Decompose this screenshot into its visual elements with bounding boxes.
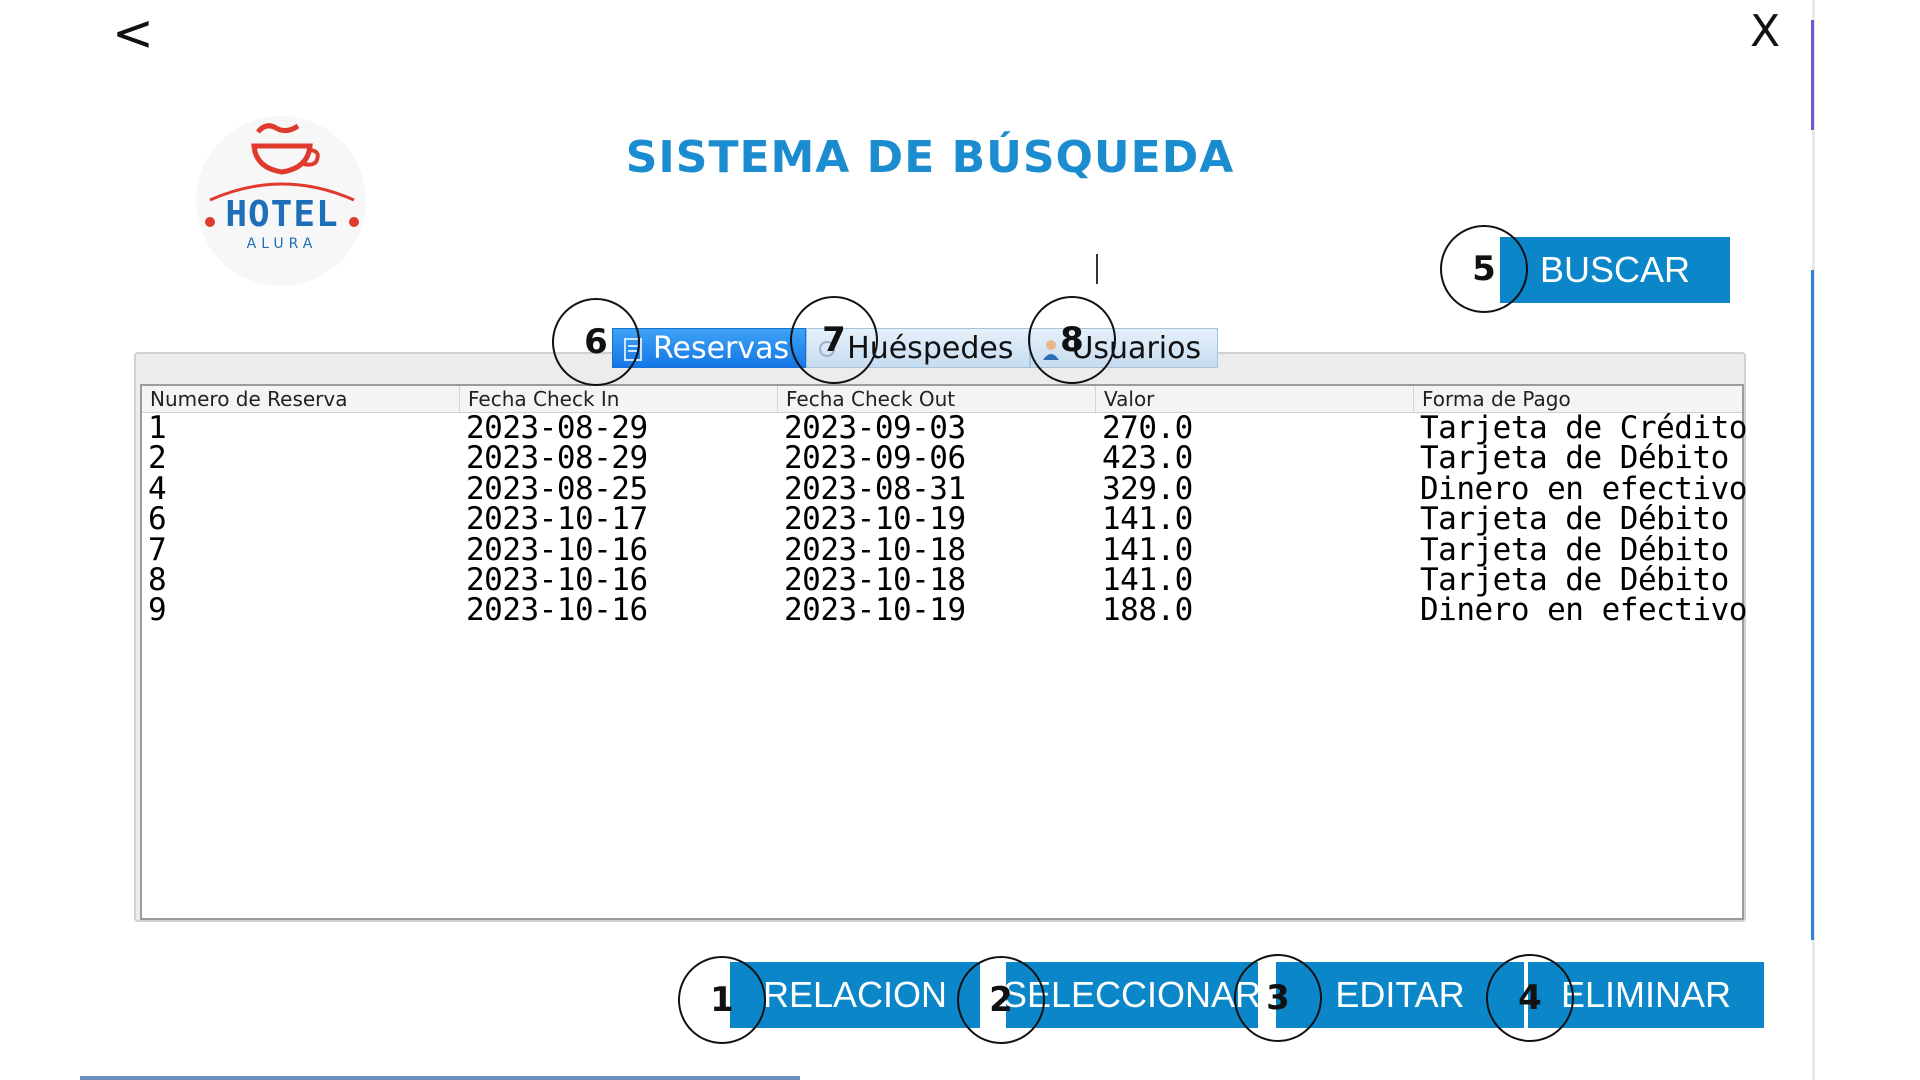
- table-body: 1 2023-08-29 2023-09-03 270.0 Tarjeta de…: [142, 410, 1747, 629]
- table-row[interactable]: 8 2023-10-16 2023-10-18 141.0 Tarjeta de…: [142, 561, 1742, 598]
- cell-check-in: 2023-10-16: [466, 592, 648, 629]
- column-header[interactable]: Fecha Check In: [460, 386, 778, 412]
- column-header[interactable]: Fecha Check Out: [778, 386, 1096, 412]
- cell-valor: 270.0: [1102, 410, 1193, 446]
- cell-forma-pago: Tarjeta de Débito: [1420, 440, 1729, 477]
- cell-valor: 188.0: [1102, 592, 1193, 629]
- search-button[interactable]: BUSCAR: [1500, 237, 1730, 303]
- eliminar-button-label: ELIMINAR: [1560, 974, 1732, 1015]
- cell-valor: 423.0: [1102, 440, 1193, 477]
- cell-forma-pago: Tarjeta de Débito: [1420, 501, 1729, 538]
- logo-brand: HOTEL: [225, 194, 339, 235]
- cell-numero: 6: [148, 501, 167, 538]
- annotation-marker-3: 3: [1234, 954, 1322, 1042]
- cell-check-in: 2023-10-16: [466, 561, 648, 598]
- tab-reservas[interactable]: Reservas: [612, 328, 807, 368]
- annotation-marker-2: 2: [957, 956, 1045, 1044]
- annotation-marker-7: 7: [790, 296, 878, 384]
- annotation-marker-6: 6: [552, 298, 640, 386]
- close-button[interactable]: X: [1750, 10, 1780, 54]
- cell-forma-pago: Tarjeta de Débito: [1420, 561, 1729, 598]
- cell-check-out: 2023-09-06: [784, 440, 966, 477]
- table-row[interactable]: 2 2023-08-29 2023-09-06 423.0 Tarjeta de…: [142, 440, 1742, 477]
- cell-check-in: 2023-10-17: [466, 501, 648, 538]
- cell-numero: 2: [148, 440, 167, 477]
- window-edge-accent: [1811, 20, 1814, 130]
- cell-forma-pago: Tarjeta de Crédito: [1420, 410, 1747, 446]
- cell-valor: 141.0: [1102, 501, 1193, 538]
- back-button[interactable]: <: [112, 8, 154, 58]
- cell-valor: 141.0: [1102, 531, 1193, 568]
- cell-forma-pago: Dinero en efectivo: [1420, 470, 1747, 507]
- table-row[interactable]: 6 2023-10-17 2023-10-19 141.0 Tarjeta de…: [142, 501, 1742, 538]
- cell-numero: 8: [148, 561, 167, 598]
- table-row[interactable]: 9 2023-10-16 2023-10-19 188.0 Dinero en …: [142, 592, 1747, 629]
- relacion-button[interactable]: RELACION: [730, 962, 980, 1028]
- cell-check-out: 2023-10-18: [784, 561, 966, 598]
- cell-check-in: 2023-08-29: [466, 410, 648, 446]
- window-bottom-edge: [80, 1076, 800, 1080]
- cell-numero: 1: [148, 410, 167, 446]
- cell-numero: 7: [148, 531, 167, 568]
- cell-valor: 329.0: [1102, 470, 1193, 507]
- table-row[interactable]: 4 2023-08-25 2023-08-31 329.0 Dinero en …: [142, 470, 1747, 507]
- annotation-marker-1: 1: [678, 956, 766, 1044]
- reservations-table: Numero de Reserva Fecha Check In Fecha C…: [140, 384, 1747, 920]
- column-header[interactable]: Numero de Reserva: [142, 386, 460, 412]
- table-header: Numero de Reserva Fecha Check In Fecha C…: [142, 386, 1742, 413]
- annotation-marker-5: 5: [1440, 225, 1528, 313]
- cell-forma-pago: Dinero en efectivo: [1420, 592, 1747, 629]
- cell-check-out: 2023-09-03: [784, 410, 966, 446]
- logo-sub: ALURA: [246, 236, 318, 252]
- table-row[interactable]: 1 2023-08-29 2023-09-03 270.0 Tarjeta de…: [142, 410, 1747, 446]
- relacion-button-label: RELACION: [762, 974, 948, 1015]
- annotation-marker-8: 8: [1028, 296, 1116, 384]
- cell-valor: 141.0: [1102, 561, 1193, 598]
- column-header[interactable]: Valor: [1096, 386, 1414, 412]
- cell-check-out: 2023-08-31: [784, 470, 966, 507]
- window-edge-accent: [1811, 270, 1814, 940]
- cell-check-in: 2023-08-25: [466, 470, 648, 507]
- cell-check-out: 2023-10-18: [784, 531, 966, 568]
- editar-button-label: EDITAR: [1335, 974, 1465, 1015]
- cell-check-in: 2023-08-29: [466, 440, 648, 477]
- cell-check-out: 2023-10-19: [784, 501, 966, 538]
- cell-numero: 4: [148, 470, 167, 507]
- annotation-marker-4: 4: [1486, 954, 1574, 1042]
- tab-label: Reservas: [653, 330, 790, 366]
- search-input[interactable]: [1096, 254, 1098, 284]
- page-title: SISTEMA DE BÚSQUEDA: [625, 132, 1235, 183]
- cell-numero: 9: [148, 592, 167, 629]
- search-button-label: BUSCAR: [1539, 249, 1691, 290]
- table-row[interactable]: 7 2023-10-16 2023-10-18 141.0 Tarjeta de…: [142, 531, 1742, 568]
- cell-check-in: 2023-10-16: [466, 531, 648, 568]
- column-header[interactable]: Forma de Pago: [1414, 386, 1732, 412]
- cell-check-out: 2023-10-19: [784, 592, 966, 629]
- cell-forma-pago: Tarjeta de Débito: [1420, 531, 1729, 568]
- tab-strip: Reservas Huéspedes Usuarios: [612, 328, 1219, 368]
